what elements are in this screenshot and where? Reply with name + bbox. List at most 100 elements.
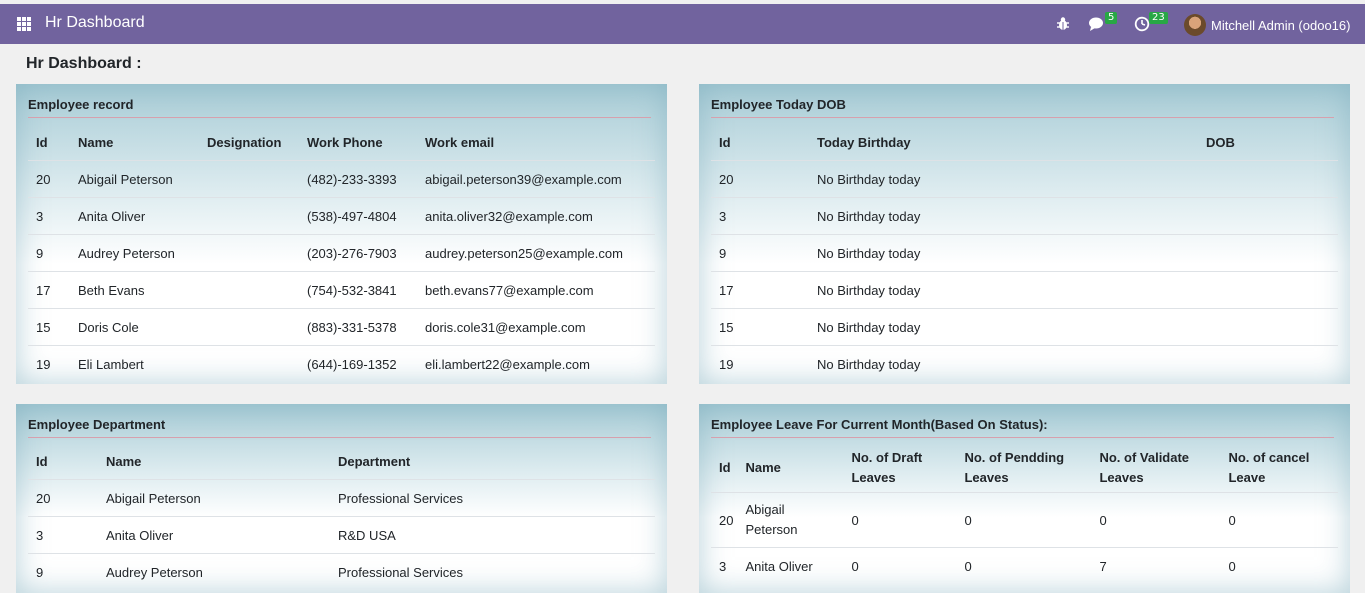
table-cell: doris.cole31@example.com (417, 308, 655, 346)
table-cell: eli.lambert22@example.com (417, 345, 655, 382)
table-row: 20 Abigail Peterson (482)-233-3393 abiga… (28, 160, 655, 198)
table-cell: No Birthday today (809, 271, 1198, 309)
table-cell: (482)-233-3393 (299, 160, 417, 198)
table-cell: No Birthday today (809, 345, 1198, 382)
table-cell: Professional Services (330, 553, 655, 590)
column-header: No. of Draft Leaves (851, 450, 923, 485)
table-cell (1198, 271, 1338, 309)
apps-menu-icon[interactable] (17, 17, 31, 31)
employee-record-card: Employee record Id Name Designation Work… (16, 84, 667, 384)
top-navbar: Hr Dashboard 5 23 Mitchell Admin (odoo16… (0, 4, 1365, 44)
avatar (1184, 14, 1206, 36)
table-row: 3 Anita Oliver 0 0 7 0 (711, 547, 1338, 584)
table-row: 17 No Birthday today (711, 271, 1338, 309)
card-title: Employee Leave For Current Month(Based O… (711, 417, 1048, 432)
table-cell: audrey.peterson25@example.com (417, 234, 655, 272)
debug-bug-icon[interactable] (1056, 16, 1070, 32)
column-header: Name (745, 460, 781, 475)
table-cell: Audrey Peterson (70, 234, 199, 272)
table-cell (1198, 345, 1338, 382)
table-cell: No Birthday today (809, 308, 1198, 346)
employee-dob-card: Employee Today DOB Id Today Birthday DOB… (699, 84, 1350, 384)
table-cell (199, 160, 299, 198)
app-title[interactable]: Hr Dashboard (45, 14, 145, 32)
table-cell: (754)-532-3841 (299, 271, 417, 309)
table-cell: 7 (1091, 547, 1221, 584)
table-cell: 20 (711, 160, 809, 198)
divider (711, 437, 1334, 438)
table-cell: 0 (1220, 492, 1338, 548)
card-title: Employee Today DOB (711, 97, 846, 112)
column-header: Work email (425, 134, 495, 150)
column-header: Id (36, 453, 48, 469)
table-cell (199, 197, 299, 235)
table-cell: Abigail Peterson (741, 492, 844, 548)
table-cell: 0 (843, 547, 957, 584)
table-cell: No Birthday today (809, 234, 1198, 272)
column-header: Name (106, 453, 142, 469)
table-cell (199, 345, 299, 382)
column-header: Id (36, 134, 48, 150)
table-cell: 0 (956, 492, 1092, 548)
employee-leave-card: Employee Leave For Current Month(Based O… (699, 404, 1350, 593)
table-cell: No Birthday today (809, 197, 1198, 235)
table-row: 15 No Birthday today (711, 308, 1338, 346)
table-cell (199, 271, 299, 309)
table-row: 3 Anita Oliver (538)-497-4804 anita.oliv… (28, 197, 655, 235)
table-cell: Abigail Peterson (98, 479, 330, 517)
table-cell: Audrey Peterson (98, 553, 330, 590)
column-header: Id (719, 134, 731, 150)
column-header: No. of Pendding Leaves (964, 450, 1065, 485)
table-cell (199, 308, 299, 346)
column-header: Designation (207, 134, 282, 150)
table-row: 20 Abigail Peterson 0 0 0 0 (711, 492, 1338, 548)
page-title: Hr Dashboard : (26, 55, 142, 72)
table-cell: Anita Oliver (741, 547, 844, 584)
user-menu[interactable]: Mitchell Admin (odoo16) (1184, 14, 1350, 36)
table-cell: 0 (1091, 492, 1221, 548)
card-title: Employee record (28, 97, 134, 112)
table-row: 20 Abigail Peterson Professional Service… (28, 479, 655, 517)
employee-dob-table: Id Today Birthday DOB 20 No Birthday tod… (711, 124, 1338, 382)
table-cell: 3 (28, 516, 98, 554)
activity-clock-icon[interactable] (1134, 16, 1150, 32)
table-cell (1198, 160, 1338, 198)
table-cell: Abigail Peterson (70, 160, 199, 198)
employee-department-card: Employee Department Id Name Department 2… (16, 404, 667, 593)
table-cell: (203)-276-7903 (299, 234, 417, 272)
table-row: 9 No Birthday today (711, 234, 1338, 272)
table-cell: Beth Evans (70, 271, 199, 309)
table-cell: 0 (843, 492, 957, 548)
column-header: DOB (1206, 134, 1235, 150)
table-cell: Anita Oliver (98, 516, 330, 554)
table-cell: 0 (956, 547, 1092, 584)
table-row: 9 Audrey Peterson Professional Services (28, 553, 655, 590)
table-cell: 9 (711, 234, 809, 272)
table-cell: Doris Cole (70, 308, 199, 346)
table-cell (199, 234, 299, 272)
table-cell: (538)-497-4804 (299, 197, 417, 235)
employee-record-table: Id Name Designation Work Phone Work emai… (28, 124, 655, 382)
table-header-row: Id Name Department (28, 443, 655, 480)
table-cell: (644)-169-1352 (299, 345, 417, 382)
table-row: 17 Beth Evans (754)-532-3841 beth.evans7… (28, 271, 655, 309)
table-cell: Professional Services (330, 479, 655, 517)
table-cell: 17 (28, 271, 70, 309)
table-cell: 19 (711, 345, 809, 382)
activity-count-badge: 23 (1149, 12, 1168, 24)
divider (28, 437, 651, 438)
column-header: No. of cancel Leave (1228, 450, 1310, 485)
divider (28, 117, 651, 118)
table-cell: 3 (711, 547, 742, 584)
table-cell: 15 (28, 308, 70, 346)
table-cell (1198, 234, 1338, 272)
table-row: 9 Audrey Peterson (203)-276-7903 audrey.… (28, 234, 655, 272)
table-cell: No Birthday today (809, 160, 1198, 198)
table-cell: 19 (28, 345, 70, 382)
card-title: Employee Department (28, 417, 166, 432)
table-cell: 17 (711, 271, 809, 309)
table-cell: (883)-331-5378 (299, 308, 417, 346)
table-cell: 3 (28, 197, 70, 235)
messages-chat-icon[interactable] (1088, 16, 1106, 32)
table-row: 20 No Birthday today (711, 160, 1338, 198)
